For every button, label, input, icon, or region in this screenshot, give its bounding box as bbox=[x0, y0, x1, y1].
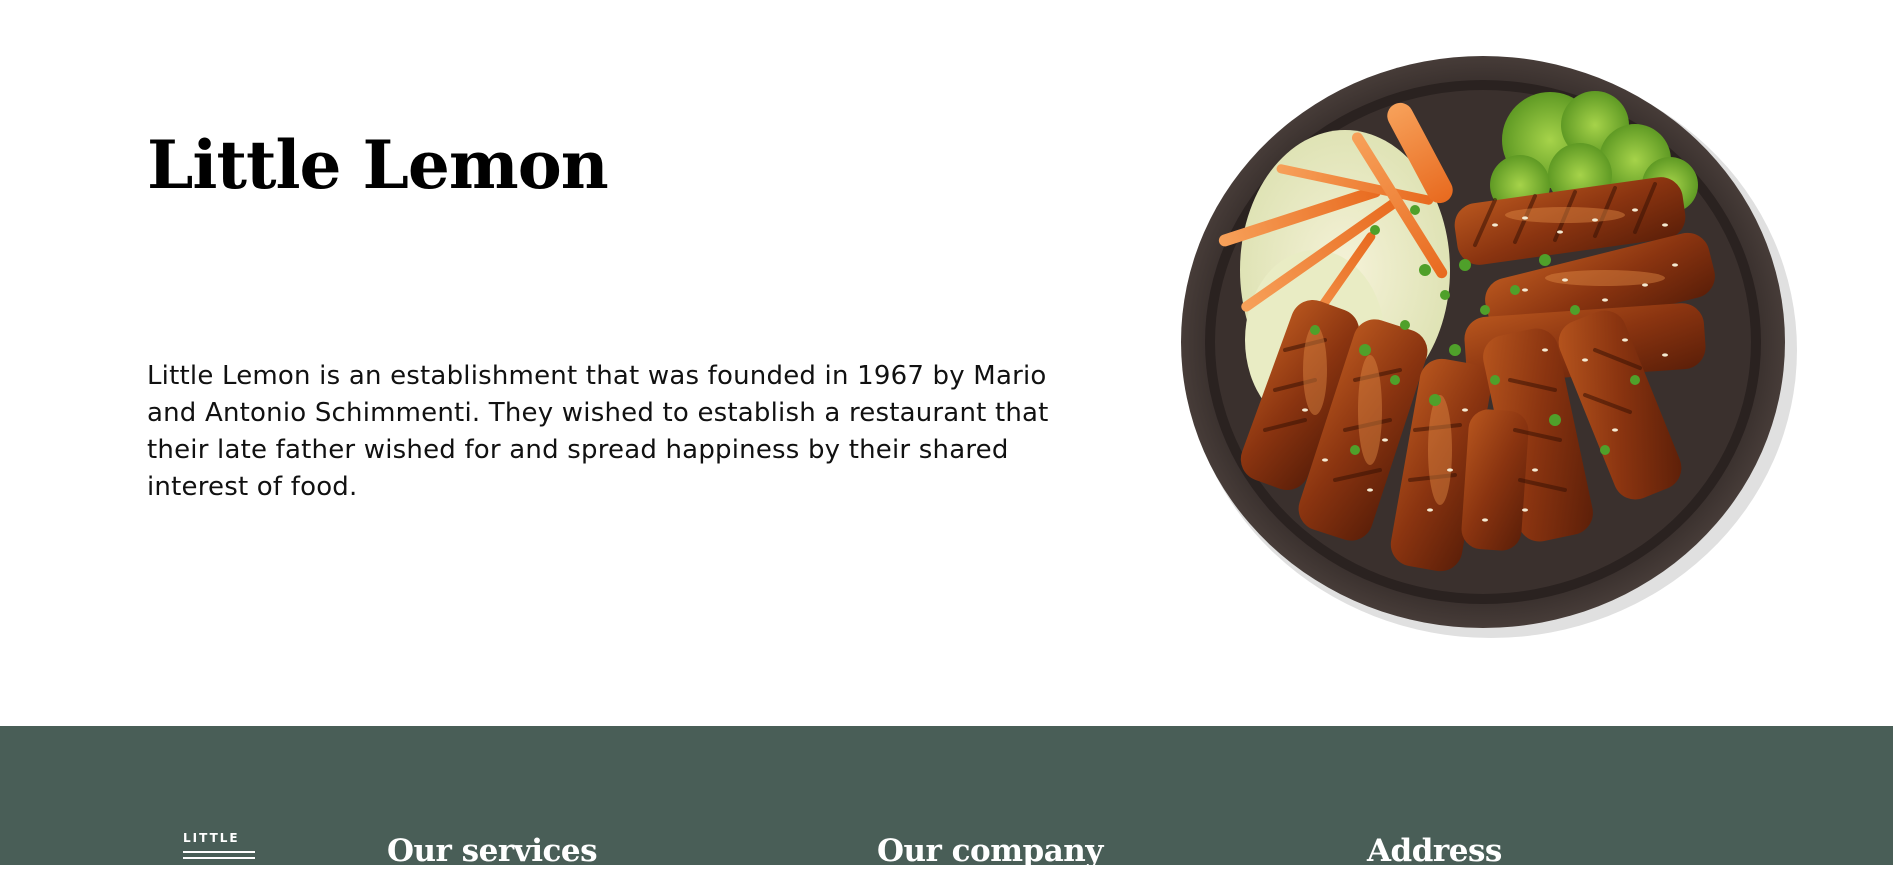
about-description: Little Lemon is an establishment that wa… bbox=[147, 361, 1049, 502]
footer-logo[interactable]: LITTLE bbox=[183, 831, 257, 865]
footer-logo-text: LITTLE bbox=[183, 831, 240, 845]
footer-logo-mark bbox=[183, 851, 255, 859]
dish-image bbox=[1181, 56, 1797, 638]
about-section: Little Lemon Little Lemon is an establis… bbox=[0, 0, 1893, 726]
about-title: Little Lemon bbox=[147, 126, 609, 204]
footer-services-heading: Our services bbox=[387, 833, 598, 869]
footer: LITTLE Our services Our company Address bbox=[0, 726, 1893, 869]
footer-address-heading: Address bbox=[1367, 833, 1502, 869]
footer-company-heading: Our company bbox=[877, 833, 1103, 869]
